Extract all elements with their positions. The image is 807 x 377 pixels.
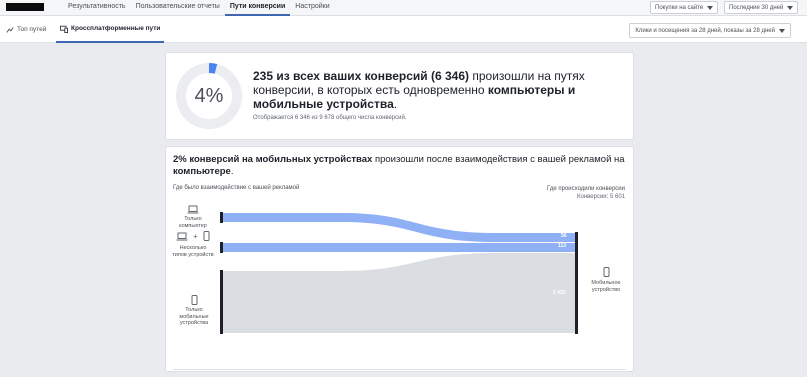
event-select-label: Покупки на сайте (655, 4, 704, 11)
account-name-redacted (6, 3, 44, 11)
chevron-down-icon (779, 28, 785, 33)
tab-settings[interactable]: Настройки (290, 0, 334, 16)
phone-icon (203, 231, 210, 241)
source-desktop-label: Только компьютер (179, 216, 207, 229)
tab-conversion-paths[interactable]: Пути конверсии (224, 0, 291, 16)
path-icon (6, 26, 14, 33)
tab-performance[interactable]: Результативность (63, 0, 131, 16)
headline-bold: 235 из всех ваших конверсий (6 346) (253, 69, 470, 83)
tab-custom-reports[interactable]: Пользовательские отчеты (131, 0, 225, 16)
flow-value-desktop: 56 (561, 233, 567, 239)
attribution-select-label: Клики и посещения за 28 дней, показы за … (635, 27, 775, 34)
source-node-desktop (220, 212, 223, 223)
plus-sign: + (193, 231, 198, 241)
destination-label: Мобильное устройство (591, 280, 621, 293)
phone-icon (191, 295, 197, 305)
sankey-diagram (220, 212, 578, 334)
source-node-multi (220, 242, 223, 253)
mobile-conversions-card: 2% конверсий на мобильных устройствах пр… (165, 146, 634, 372)
attribution-select[interactable]: Клики и посещения за 28 дней, показы за … (629, 23, 791, 38)
multi-device-icons: + (172, 231, 214, 243)
phone-icon (603, 267, 609, 277)
subtab-top-paths-label: Топ путей (17, 26, 47, 33)
sub-nav-bar: Топ путей Кроссплатформенные пути Клики … (0, 16, 807, 43)
top-tabs: Результативность Пользовательские отчеты… (63, 0, 335, 16)
flow-value-multi: 113 (558, 243, 567, 249)
source-desktop: Только компьютер (174, 205, 212, 229)
laptop-icon (187, 205, 199, 214)
summary-card: 4% 235 из всех ваших конверсий (6 346) п… (165, 52, 634, 140)
source-multi-device: + Несколько типов устройств (172, 231, 214, 258)
period-select-label: Последние 30 дней (729, 4, 784, 11)
chevron-down-icon (707, 5, 714, 10)
flow-mobile[interactable] (221, 253, 576, 333)
event-select[interactable]: Покупки на сайте (650, 1, 719, 14)
flow-multi-device[interactable] (221, 243, 576, 252)
subtab-cross-platform-label: Кроссплатформенные пути (71, 25, 161, 32)
source-mobile-label: Только мобильные устройства (179, 307, 209, 326)
devices-icon (60, 25, 68, 33)
summary-headline: 235 из всех ваших конверсий (6 346) прои… (253, 69, 618, 111)
flow-desktop[interactable] (221, 213, 576, 242)
summary-footnote: Отображается 6 346 из 9 678 общего числа… (253, 115, 407, 121)
source-multi-label: Несколько типов устройств (172, 245, 214, 258)
dest-node-mobile (575, 232, 578, 334)
destination-mobile: Мобильное устройство (585, 267, 627, 293)
subtab-cross-platform[interactable]: Кроссплатформенные пути (56, 16, 165, 43)
laptop-icon (176, 232, 188, 240)
subtab-top-paths[interactable]: Топ путей (2, 16, 50, 43)
top-nav-bar: Результативность Пользовательские отчеты… (0, 0, 807, 16)
source-node-mobile (220, 270, 223, 334)
percent-value: 4% (194, 84, 224, 107)
chevron-down-icon (787, 5, 794, 10)
source-mobile: Только мобильные устройства (174, 295, 214, 327)
headline-end: . (393, 97, 398, 111)
flow-value-mobile: 5 432 (553, 290, 566, 296)
period-select[interactable]: Последние 30 дней (724, 1, 799, 14)
card-divider (173, 369, 626, 370)
